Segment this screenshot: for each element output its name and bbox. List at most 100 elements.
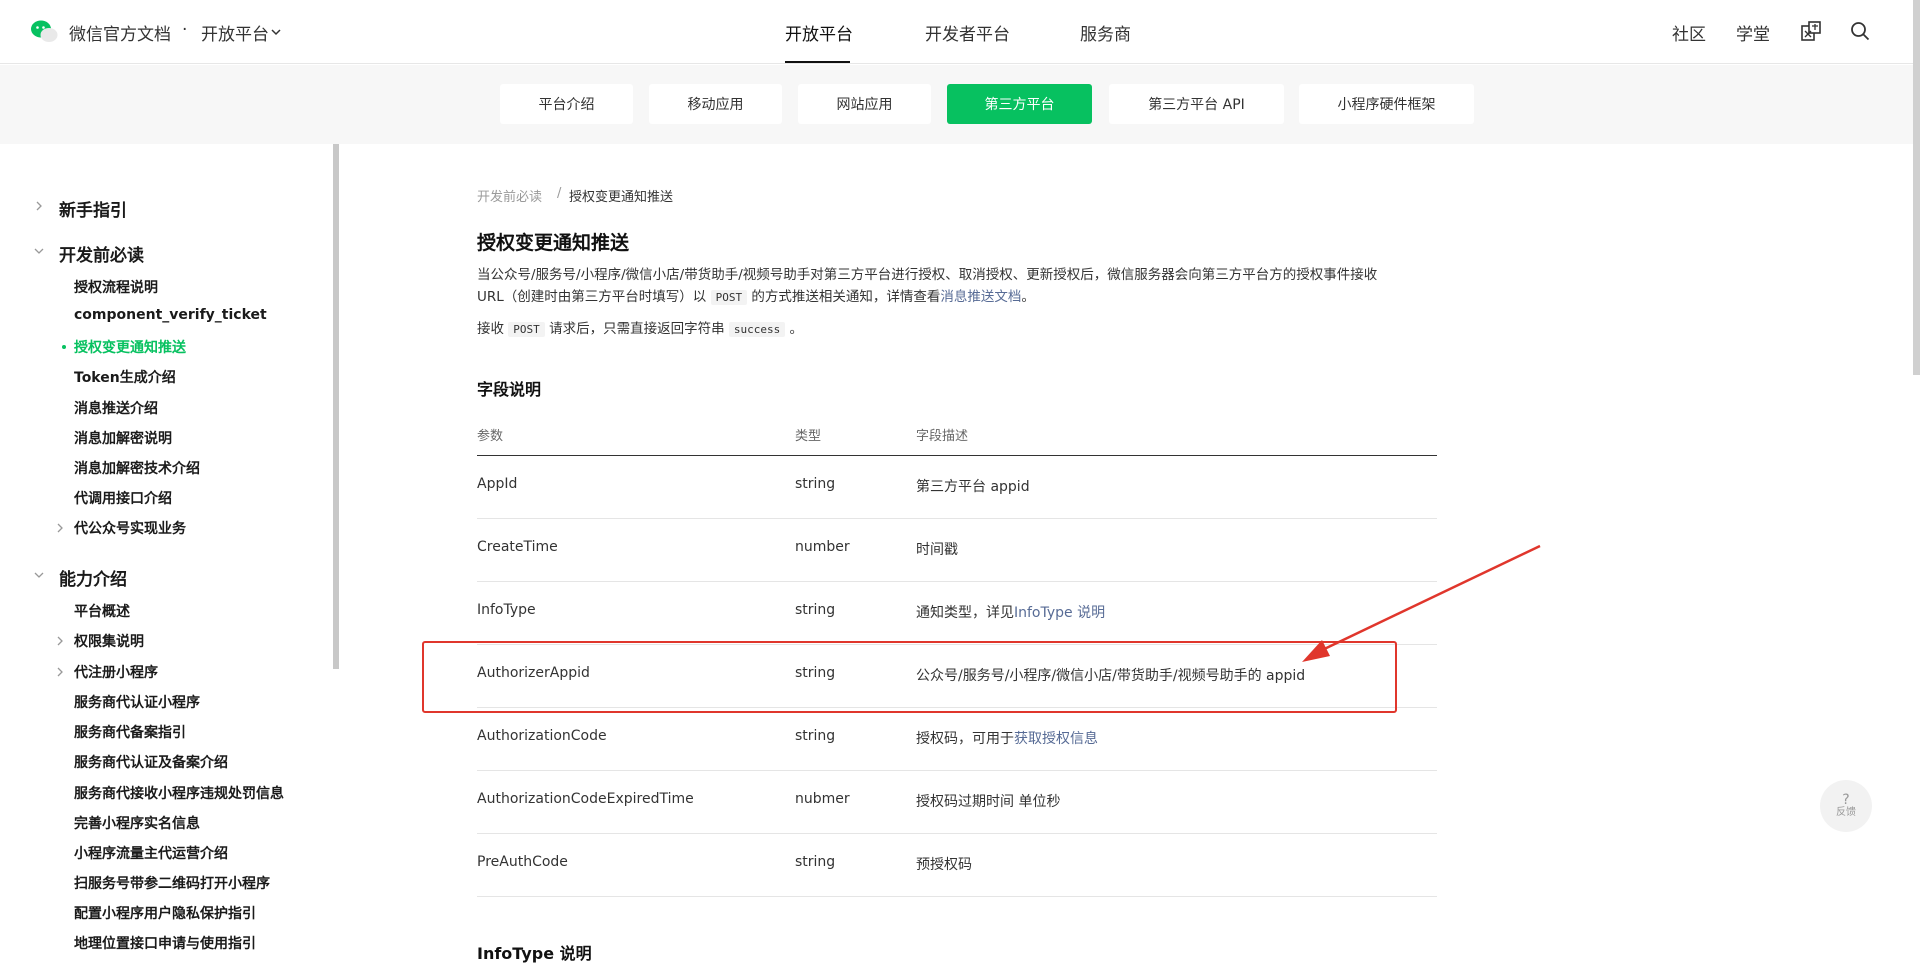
nav-academy[interactable]: 学堂	[1736, 20, 1770, 45]
intro-paragraph: 当公众号/服务号/小程序/微信小店/带货助手/视频号助手对第三方平台进行授权、取…	[477, 264, 1437, 309]
sidebar-section-beginner[interactable]: 新手指引	[59, 196, 127, 221]
cell-param: AppId	[477, 476, 518, 492]
cell-desc: 通知类型，详见InfoType 说明	[916, 602, 1105, 622]
intro-text-c: 的方式推送相关通知，详情查看	[747, 289, 941, 305]
intro-text-end: 。	[1021, 289, 1035, 305]
sidebar-item-msg-push[interactable]: 消息推送介绍	[74, 398, 158, 418]
sidebar-section-capabilities[interactable]: 能力介绍	[59, 565, 127, 590]
code-post: POST	[710, 290, 748, 305]
table-row: InfoType string 通知类型，详见InfoType 说明	[477, 582, 1437, 645]
pre-auth-code-link[interactable]: 预授权码	[916, 854, 972, 874]
sidebar-item-msg-encrypt-tech[interactable]: 消息加解密技术介绍	[74, 458, 200, 478]
cell-type: string	[795, 854, 836, 870]
sidebar-item-cert-mp[interactable]: 服务商代认证小程序	[74, 692, 200, 712]
sub-nav-bar: 平台介绍 移动应用 网站应用 第三方平台 第三方平台 API 小程序硬件框架	[0, 65, 1920, 144]
infotype-heading: InfoType 说明	[477, 944, 592, 963]
chevron-down-icon[interactable]	[34, 246, 44, 256]
cell-type: string	[795, 728, 836, 744]
sidebar-item-overview[interactable]: 平台概述	[74, 601, 130, 621]
chevron-right-icon[interactable]	[55, 523, 65, 533]
feedback-label: 反馈	[1836, 807, 1856, 818]
sidebar-item-verify-ticket[interactable]: component_verify_ticket	[74, 307, 267, 323]
nav-active-indicator	[785, 61, 850, 63]
desc-text: 通知类型，详见	[916, 605, 1014, 621]
cell-desc: 授权码，可用于获取授权信息	[916, 728, 1098, 748]
cell-param: CreateTime	[477, 539, 558, 555]
desc-text: 授权码，可用于	[916, 731, 1014, 747]
page-scrollbar[interactable]	[1913, 0, 1920, 375]
search-icon[interactable]	[1849, 20, 1871, 42]
sidebar-item-filing[interactable]: 服务商代备案指引	[74, 722, 186, 742]
table-row: AppId string 第三方平台 appid	[477, 456, 1437, 519]
get-auth-info-link[interactable]: 获取授权信息	[1014, 731, 1098, 747]
sidebar-item-location[interactable]: 地理位置接口申请与使用指引	[74, 933, 256, 953]
sidebar-item-proxy-api[interactable]: 代调用接口介绍	[74, 488, 172, 508]
intro-text-b: URL（创建时由第三方平台时填写）以	[477, 289, 711, 305]
sidebar-item-violation[interactable]: 服务商代接收小程序违规处罚信息	[74, 783, 284, 803]
table-header-param: 参数	[477, 429, 504, 444]
cell-type: number	[795, 539, 850, 555]
breadcrumb-current: 授权变更通知推送	[569, 190, 674, 205]
table-header-desc: 字段描述	[916, 429, 969, 444]
tab-third-party-platform[interactable]: 第三方平台	[947, 84, 1092, 124]
response-text-a: 接收	[477, 321, 509, 337]
sidebar-item-register-mp[interactable]: 代注册小程序	[74, 662, 158, 682]
table-header-type: 类型	[795, 429, 822, 444]
nav-community[interactable]: 社区	[1672, 20, 1706, 45]
fields-heading: 字段说明	[477, 380, 542, 399]
cell-type: string	[795, 476, 836, 492]
nav-developer-platform[interactable]: 开发者平台	[925, 20, 1010, 45]
cell-param: PreAuthCode	[477, 854, 568, 870]
cell-type: string	[795, 602, 836, 618]
nav-open-platform[interactable]: 开放平台	[785, 20, 853, 45]
chevron-right-icon[interactable]	[55, 636, 65, 646]
cell-desc: 时间戳	[916, 542, 958, 558]
wechat-logo-icon[interactable]	[30, 18, 60, 46]
cell-param: AuthorizationCodeExpiredTime	[477, 791, 694, 807]
tab-mobile-app[interactable]: 移动应用	[649, 84, 782, 124]
table-row: AuthorizationCodeExpiredTime nubmer 授权码过…	[477, 771, 1437, 834]
cell-desc: 第三方平台 appid	[916, 479, 1030, 495]
tab-hardware-framework[interactable]: 小程序硬件框架	[1299, 84, 1474, 124]
code-post-2: POST	[508, 322, 545, 337]
nav-service-provider[interactable]: 服务商	[1080, 20, 1131, 45]
table-row: CreateTime number 时间戳	[477, 519, 1437, 582]
chevron-down-icon[interactable]	[271, 27, 281, 37]
sidebar-item-traffic[interactable]: 小程序流量主代运营介绍	[74, 843, 228, 863]
intro-text-a: 当公众号/服务号/小程序/微信小店/带货助手/视频号助手对第三方平台进行授权、取…	[477, 267, 1378, 283]
table-row: PreAuthCode string 预授权码	[477, 834, 1437, 897]
tab-platform-intro[interactable]: 平台介绍	[500, 84, 633, 124]
cell-type: nubmer	[795, 791, 850, 807]
response-text-end: 。	[785, 321, 804, 337]
tab-website-app[interactable]: 网站应用	[798, 84, 931, 124]
sidebar-item-permissions[interactable]: 权限集说明	[74, 631, 144, 651]
response-text-b: 请求后，只需直接返回字符串	[544, 321, 729, 337]
page-title: 授权变更通知推送	[477, 232, 630, 254]
code-success: success	[728, 322, 786, 337]
question-icon: ?	[1842, 792, 1850, 808]
sidebar-item-auth-change-push[interactable]: 授权变更通知推送	[74, 337, 186, 357]
sidebar-item-token[interactable]: Token生成介绍	[74, 367, 176, 387]
cell-param: AuthorizationCode	[477, 728, 607, 744]
response-paragraph: 接收 POST 请求后，只需直接返回字符串 success 。	[477, 318, 803, 341]
sidebar-item-oa-business[interactable]: 代公众号实现业务	[74, 518, 186, 538]
sidebar-item-auth-flow[interactable]: 授权流程说明	[74, 277, 158, 297]
feedback-button[interactable]: ? 反馈	[1820, 780, 1872, 832]
infotype-link[interactable]: InfoType 说明	[1014, 605, 1105, 621]
chevron-right-icon[interactable]	[34, 201, 44, 211]
sidebar-scrollbar[interactable]	[333, 144, 339, 669]
sidebar-item-qrcode[interactable]: 扫服务号带参二维码打开小程序	[74, 873, 270, 893]
platform-switcher[interactable]: 开放平台	[201, 20, 269, 45]
chevron-right-icon[interactable]	[55, 667, 65, 677]
sidebar-section-prerequisites[interactable]: 开发前必读	[59, 241, 144, 266]
tab-third-party-api[interactable]: 第三方平台 API	[1109, 84, 1284, 124]
sidebar-item-msg-encrypt[interactable]: 消息加解密说明	[74, 428, 172, 448]
chevron-down-icon[interactable]	[34, 570, 44, 580]
breadcrumb-parent[interactable]: 开发前必读	[477, 186, 542, 205]
sidebar-item-privacy[interactable]: 配置小程序用户隐私保护指引	[74, 903, 256, 923]
translate-icon[interactable]	[1800, 20, 1822, 42]
brand-title[interactable]: 微信官方文档	[69, 20, 171, 45]
msg-push-doc-link[interactable]: 消息推送文档	[940, 289, 1021, 305]
sidebar-item-realname[interactable]: 完善小程序实名信息	[74, 813, 200, 833]
sidebar-item-cert-filing[interactable]: 服务商代认证及备案介绍	[74, 752, 228, 772]
